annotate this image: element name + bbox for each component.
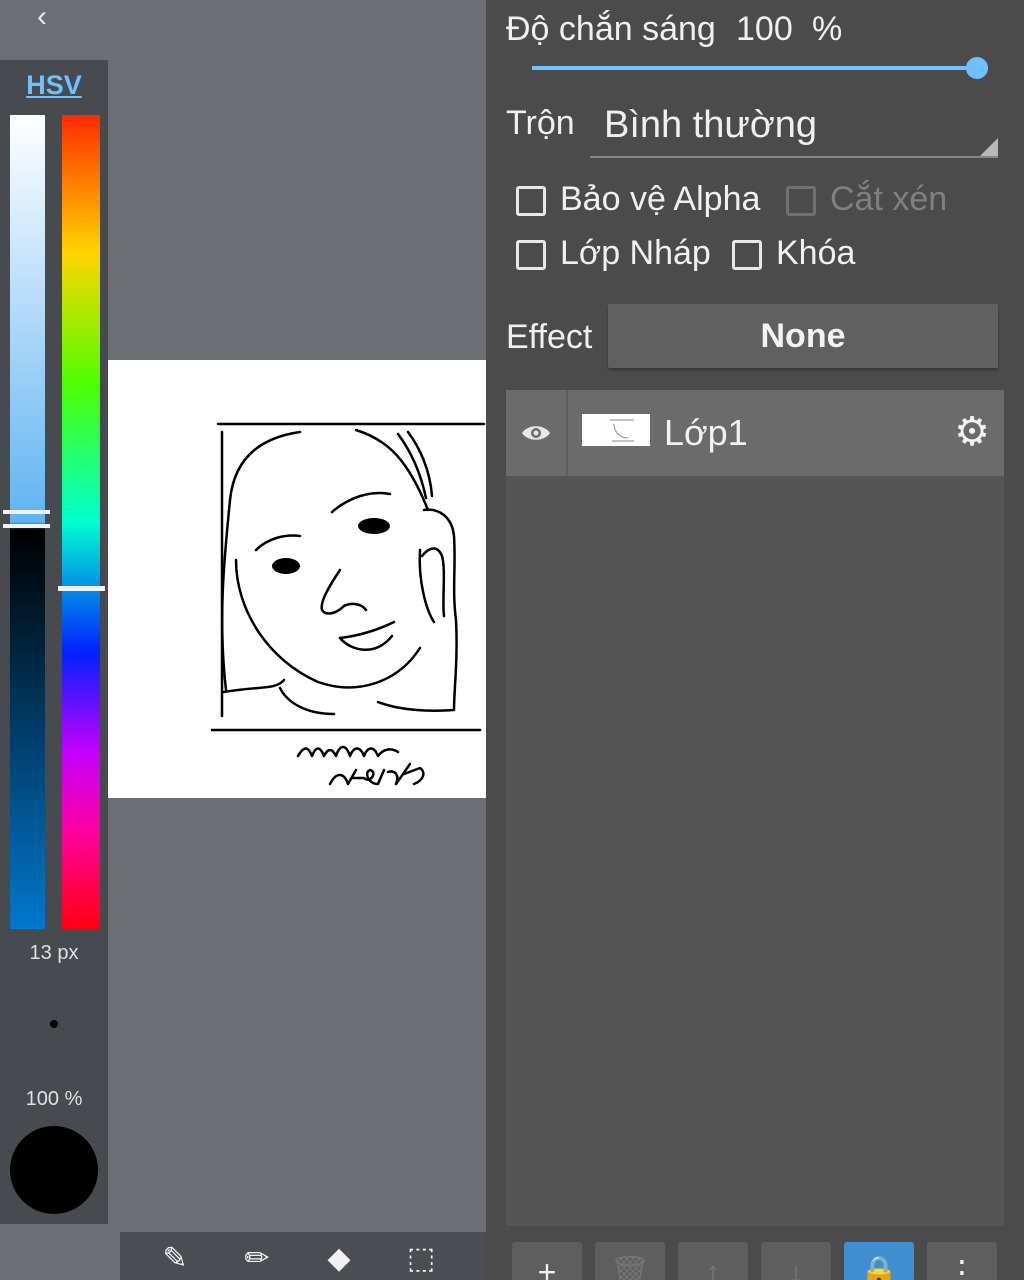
layer-name: Lớp1	[664, 412, 748, 453]
delete-layer-button[interactable]: 🗑	[595, 1242, 665, 1280]
hair-left	[228, 430, 302, 502]
checkbox-box	[786, 186, 816, 216]
lock-checkbox[interactable]: Khóa	[732, 234, 892, 274]
hue-slider[interactable]	[62, 115, 100, 929]
checkbox-box	[516, 186, 546, 216]
arrow-up-icon: ↑	[705, 1254, 721, 1280]
drawing-canvas[interactable]	[108, 360, 486, 798]
eye-icon	[522, 426, 550, 440]
layer-actions-bar: + 🗑 ↑ ↓ 🔒 ⋮	[512, 1242, 1002, 1280]
nose	[320, 568, 346, 615]
visibility-toggle[interactable]	[506, 390, 568, 476]
pen-tool[interactable]: ✏	[232, 1236, 282, 1280]
draft-layer-label: Lớp Nháp	[560, 234, 711, 272]
checkbox-box	[732, 240, 762, 270]
gear-icon: ⚙	[954, 410, 990, 454]
tool-bar: ✎ ✏ ◆ ⬚	[120, 1232, 486, 1280]
blend-label: Trộn	[506, 104, 575, 142]
selection-tool[interactable]: ⬚	[396, 1236, 446, 1280]
eraser-icon: ◆	[327, 1242, 351, 1275]
protect-alpha-label: Bảo vệ Alpha	[560, 180, 761, 218]
current-color-swatch[interactable]	[10, 1126, 98, 1214]
move-layer-up-button[interactable]: ↑	[678, 1242, 748, 1280]
trash-icon: 🗑	[609, 1254, 651, 1280]
blend-mode-value: Bình thường	[604, 104, 818, 146]
hue-slider-handle[interactable]	[58, 586, 105, 591]
selection-icon: ⬚	[406, 1242, 436, 1275]
value-slider-handle[interactable]	[3, 510, 50, 528]
arrow-down-icon: ↓	[788, 1254, 804, 1280]
more-options-button[interactable]: ⋮	[927, 1242, 997, 1280]
left-eye	[272, 558, 300, 574]
hsv-mode-tab[interactable]: HSV	[0, 70, 108, 101]
sketch-drawing	[210, 422, 486, 786]
lock-label: Khóa	[776, 234, 856, 272]
back-button[interactable]: ‹	[26, 2, 58, 34]
layer-settings-button[interactable]: ⚙	[952, 412, 992, 452]
opacity-value[interactable]: 100	[736, 10, 793, 49]
blend-mode-select[interactable]: Bình thường	[590, 96, 998, 158]
layer-thumbnail-image	[610, 419, 634, 442]
eraser-tool[interactable]: ◆	[314, 1236, 364, 1280]
draft-layer-checkbox[interactable]: Lớp Nháp	[516, 234, 726, 274]
back-icon: ‹	[37, 0, 47, 33]
lock-layer-button[interactable]: 🔒	[844, 1242, 914, 1280]
dropdown-caret-icon	[980, 138, 998, 156]
layer-panel: Độ chắn sáng 100 % Trộn Bình thường Bảo …	[486, 0, 1024, 1280]
pen-icon: ✏	[244, 1242, 270, 1275]
eyedropper-icon: ✎	[162, 1242, 188, 1275]
signature-bottom	[328, 762, 425, 786]
eyedropper-tool[interactable]: ✎	[150, 1236, 200, 1280]
effect-button[interactable]: None	[608, 304, 998, 368]
mouth	[338, 620, 396, 640]
clipping-checkbox[interactable]: Cắt xén	[786, 180, 986, 220]
opacity-label: Độ chắn sáng	[506, 10, 716, 48]
layer-row[interactable]: Lớp1 ⚙	[506, 390, 1004, 476]
layer-list[interactable]: Lớp1 ⚙	[506, 390, 1004, 1226]
brush-size-label[interactable]: 13 px	[0, 942, 108, 965]
layer-thumbnail	[582, 414, 650, 446]
opacity-unit: %	[812, 10, 843, 48]
signature-top	[296, 745, 400, 758]
brush-size-preview	[50, 1020, 58, 1028]
add-icon: +	[537, 1254, 557, 1280]
clipping-label: Cắt xén	[830, 180, 948, 218]
more-icon: ⋮	[946, 1254, 978, 1280]
protect-alpha-checkbox[interactable]: Bảo vệ Alpha	[516, 180, 776, 220]
color-panel: HSV 13 px 100 %	[0, 60, 108, 1224]
opacity-slider-track[interactable]	[532, 66, 978, 70]
right-brow	[330, 491, 392, 514]
lock-icon: 🔒	[859, 1254, 899, 1280]
checkbox-box	[516, 240, 546, 270]
opacity-slider-thumb[interactable]	[966, 57, 988, 79]
left-brow	[254, 534, 302, 552]
brush-opacity-label[interactable]: 100 %	[0, 1088, 108, 1111]
move-layer-down-button[interactable]: ↓	[761, 1242, 831, 1280]
right-eye	[358, 518, 390, 534]
effect-label: Effect	[506, 318, 593, 356]
add-layer-button[interactable]: +	[512, 1242, 582, 1280]
